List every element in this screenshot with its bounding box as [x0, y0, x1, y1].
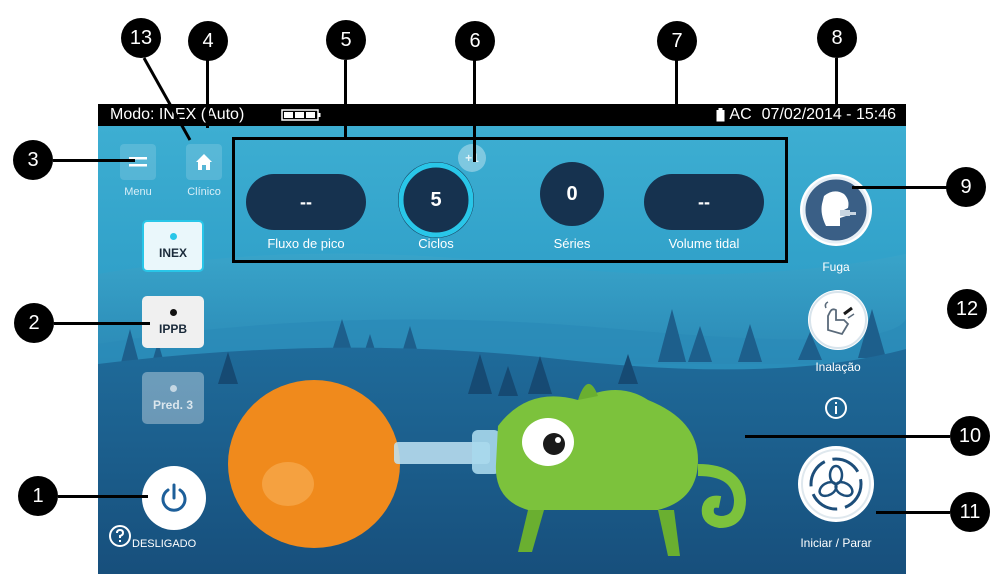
menu-button[interactable]: [120, 144, 156, 180]
callout-6: 6: [455, 21, 495, 61]
clinical-button[interactable]: [186, 144, 222, 180]
info-icon: [825, 397, 847, 419]
mode-ippb-indicator: [169, 308, 177, 316]
inhalation-button[interactable]: [808, 290, 868, 350]
inhalation-label: Inalação: [815, 360, 861, 374]
callout-line-13: [142, 57, 192, 141]
inhalation-icon: [809, 291, 867, 349]
callout-1: 1: [18, 476, 58, 516]
callout-line-2: [54, 322, 150, 325]
mode-ippb-label: IPPB: [158, 321, 187, 336]
datetime: 07/02/2014 - 15:46: [761, 106, 896, 123]
mode-button-pred3[interactable]: Pred. 3: [142, 372, 204, 424]
callout-line-11: [876, 511, 950, 514]
start-stop-icon: [801, 449, 871, 519]
power-status-label: DESLIGADO: [132, 538, 197, 550]
callout-line-8: [835, 58, 838, 106]
callout-line-10: [745, 435, 950, 438]
callout-13: 13: [121, 18, 161, 58]
callout-3: 3: [13, 140, 53, 180]
help-button[interactable]: [108, 524, 132, 548]
callout-4: 4: [188, 21, 228, 61]
home-icon: [196, 154, 212, 170]
leak-label: Fuga: [822, 260, 850, 274]
tidal-volume-label: Volume tidal: [668, 236, 740, 251]
callout-line-9: [852, 186, 947, 189]
clinical-label: Clínico: [187, 186, 221, 198]
mode-pred3-indicator: [169, 384, 177, 392]
chameleon-balloon-illustration: [228, 380, 747, 556]
mode-inex-label: INEX: [158, 245, 187, 260]
cycles-label: Ciclos: [418, 236, 454, 251]
battery-icon: [716, 108, 725, 122]
mode-button-ippb[interactable]: IPPB: [142, 296, 204, 348]
series-value: 0: [540, 162, 604, 226]
peak-flow-label: Fluxo de pico: [267, 236, 345, 251]
callout-5: 5: [326, 20, 366, 60]
mode-button-inex[interactable]: INEX: [142, 220, 204, 272]
callout-line-7: [675, 60, 678, 108]
peak-flow-value: --: [246, 174, 366, 230]
help-icon: [109, 525, 131, 547]
callout-12: 12: [947, 289, 987, 329]
battery-bars-icon: [281, 109, 321, 121]
power-icon: [161, 483, 187, 512]
power-source: AC: [729, 106, 752, 123]
cycles-increment-badge: +1: [458, 144, 486, 172]
callout-7: 7: [657, 21, 697, 61]
menu-label: Menu: [124, 186, 152, 198]
info-button[interactable]: [824, 396, 848, 420]
callout-line-4: [206, 60, 209, 128]
callout-8: 8: [817, 18, 857, 58]
power-button[interactable]: [142, 466, 206, 530]
callout-2: 2: [14, 303, 54, 343]
menu-icon: [129, 157, 147, 167]
callout-10: 10: [950, 416, 990, 456]
start-stop-button[interactable]: [798, 446, 874, 522]
series-label: Séries: [553, 236, 591, 251]
start-stop-label: Iniciar / Parar: [800, 536, 872, 550]
callout-9: 9: [946, 167, 986, 207]
callout-line-1: [58, 495, 148, 498]
status-bar: Modo: INEX (Auto) AC 07/02/2014 - 15:46: [98, 104, 906, 126]
callout-line-6: [473, 60, 476, 162]
mode-inex-indicator: [169, 232, 177, 240]
leak-button[interactable]: [800, 174, 872, 246]
mode-pred3-label: Pred. 3: [152, 397, 194, 412]
callout-line-3: [53, 159, 135, 162]
leak-mask-icon: [802, 176, 870, 244]
callout-line-5: [344, 60, 347, 138]
device-screen: Modo: INEX (Auto) AC 07/02/2014 - 15:46 …: [98, 104, 906, 574]
tidal-volume-value: --: [644, 174, 764, 230]
callout-11: 11: [950, 492, 990, 532]
